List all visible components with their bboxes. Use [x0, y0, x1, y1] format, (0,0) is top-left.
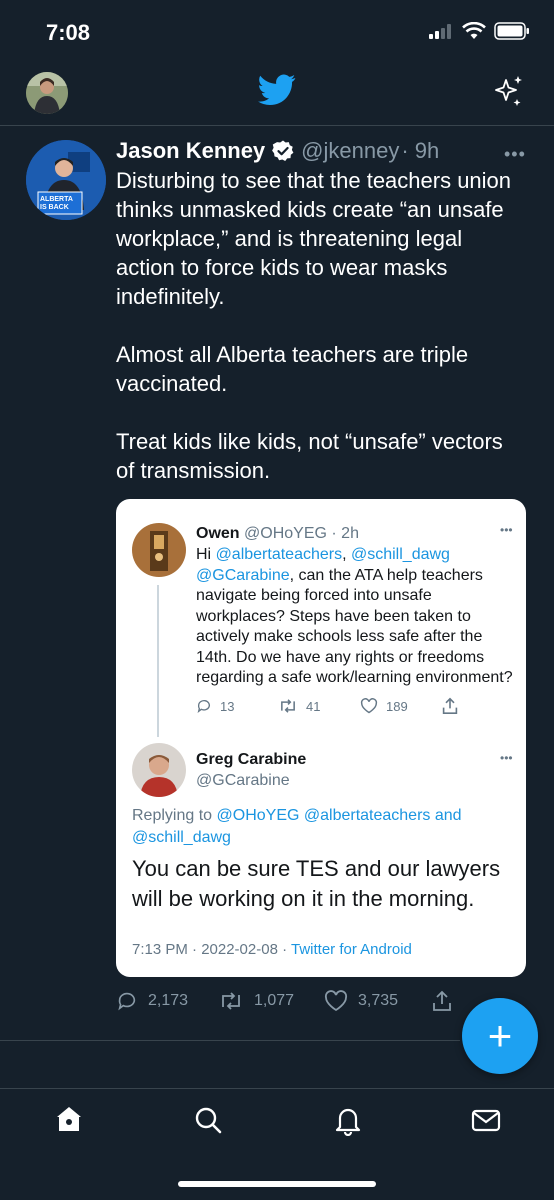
profile-avatar[interactable]	[26, 72, 68, 114]
author-handle[interactable]: @jkenney	[301, 138, 399, 164]
status-icons	[428, 22, 530, 40]
like-count: 3,735	[358, 992, 399, 1009]
sign-text-line2: IS BACK	[40, 204, 69, 211]
mention-schill-dawg: @schill_dawg	[350, 546, 450, 563]
greg-timestamp: 7:13 PM · 2022-02-08 ·	[132, 941, 291, 958]
twitter-bird-icon[interactable]	[258, 74, 296, 106]
like-button[interactable]: 3,735	[324, 990, 432, 1012]
signal-icon	[429, 24, 451, 39]
retweet-button[interactable]: 1,077	[218, 990, 324, 1012]
owen-more-icon: •••	[500, 523, 513, 537]
owen-like-count: 189	[360, 697, 442, 715]
replying-to-label: Replying to	[132, 807, 217, 824]
owen-text-comma: ,	[342, 546, 351, 563]
replying-to: Replying to @OHoYEG @albertateachers and…	[132, 805, 512, 849]
quoted-image-card[interactable]: Owen @OHoYEG · 2h ••• Hi @albertateacher…	[116, 499, 526, 977]
status-time: 7:08	[46, 20, 91, 45]
owen-text-body: , can the ATA help teachers navigate bei…	[196, 566, 513, 687]
greg-avatar	[132, 743, 186, 797]
greg-more-icon: •••	[500, 751, 513, 765]
owen-handle: @OHoYEG	[244, 525, 327, 542]
owen-name: Owen	[196, 525, 240, 542]
tweet-text: Disturbing to see that the teachers unio…	[116, 166, 526, 514]
home-indicator	[178, 1181, 376, 1187]
battery-icon	[494, 22, 529, 40]
owen-replies-value: 13	[220, 698, 235, 714]
owen-reply-count: 13	[196, 697, 278, 715]
verified-badge-icon	[272, 140, 294, 161]
retweet-icon	[281, 699, 295, 713]
home-icon[interactable]	[54, 1104, 84, 1134]
mention-gcarabine: @GCarabine	[196, 566, 290, 584]
share-icon	[433, 990, 451, 1011]
tweet-divider	[0, 1040, 460, 1041]
replying-to-links: @OHoYEG @albertateachers and	[216, 807, 462, 824]
greg-tweet-meta: 7:13 PM · 2022-02-08 · Twitter for Andro…	[132, 941, 412, 958]
thread-line	[157, 585, 159, 737]
owen-avatar	[132, 523, 186, 577]
reply-icon	[197, 700, 210, 713]
retweet-icon	[222, 992, 240, 1010]
greg-name: Greg Carabine	[196, 751, 307, 768]
header-divider	[0, 125, 554, 126]
owen-likes-value: 189	[386, 698, 408, 714]
tabbar-divider	[0, 1088, 554, 1089]
bell-icon[interactable]	[332, 1104, 364, 1136]
tweet-paragraph: Almost all Alberta teachers are triple v…	[116, 342, 469, 396]
greg-source: Twitter for Android	[290, 941, 412, 958]
sparkle-icon[interactable]	[492, 74, 526, 108]
owen-text-hi: Hi	[196, 546, 216, 563]
search-icon[interactable]	[192, 1104, 224, 1136]
retweet-count: 1,077	[254, 992, 295, 1009]
share-icon	[442, 697, 458, 714]
tweet-more-button[interactable]: •••	[504, 144, 526, 165]
mail-icon[interactable]	[470, 1104, 502, 1136]
replying-to-links-2: @schill_dawg	[132, 829, 231, 846]
author-name[interactable]: Jason Kenney	[116, 138, 265, 164]
owen-actions: 13 41 189	[196, 697, 524, 715]
author-avatar[interactable]: ALBERTA IS BACK	[26, 140, 106, 220]
compose-tweet-button[interactable]: +	[462, 998, 538, 1074]
tweet-paragraph: Disturbing to see that the teachers unio…	[116, 168, 512, 309]
heart-icon	[324, 990, 348, 1012]
reply-count: 2,173	[148, 992, 189, 1009]
reply-icon	[118, 992, 136, 1011]
tweet-time: · 9h	[401, 138, 440, 163]
sign-text-line1: ALBERTA	[40, 196, 73, 203]
tweet-actions: 2,173 1,077 3,735	[116, 990, 452, 1012]
owen-header: Owen @OHoYEG · 2h	[196, 525, 359, 543]
greg-handle: @GCarabine	[196, 772, 290, 789]
plus-icon: +	[487, 1012, 513, 1059]
owen-retweet-count: 41	[278, 697, 360, 715]
owen-retweets-value: 41	[306, 698, 321, 714]
owen-time: · 2h	[331, 525, 359, 542]
mention-albertateachers: @albertateachers	[215, 546, 343, 563]
heart-icon	[360, 698, 378, 714]
owen-tweet-text: Hi @albertateachers, @schill_dawg @GCara…	[196, 545, 520, 689]
wifi-icon	[462, 22, 486, 39]
greg-tweet-text: You can be sure TES and our lawyers will…	[132, 856, 501, 911]
owen-share	[442, 697, 524, 715]
tweet-paragraph: Treat kids like kids, not “unsafe” vecto…	[116, 429, 503, 483]
share-button[interactable]	[432, 990, 452, 1012]
tweet-author-line: Jason Kenney @jkenney · 9h	[116, 138, 439, 164]
reply-button[interactable]: 2,173	[116, 990, 218, 1012]
